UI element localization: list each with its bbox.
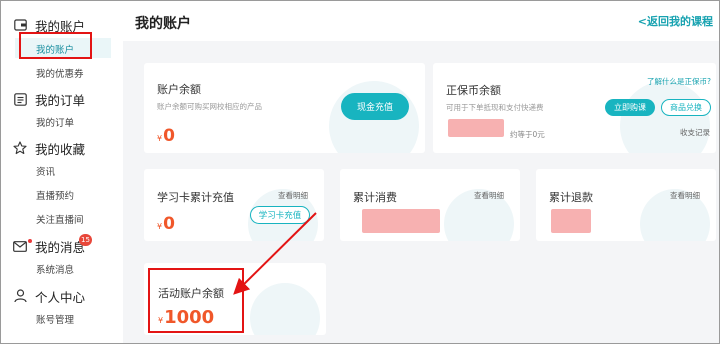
watermark-decoration <box>620 81 710 153</box>
card-title: 学习卡累计充值 <box>157 191 234 204</box>
sidebar-group-favorites[interactable]: 我的收藏 <box>13 138 85 158</box>
card-title: 累计退款 <box>549 191 593 204</box>
total-spend-card: 累计消费 查看明细 <box>340 169 520 241</box>
sidebar-item-system-messages[interactable]: 系统消息 <box>36 262 74 276</box>
transaction-record-link[interactable]: 收支记录 <box>680 127 710 138</box>
header-bar: 我的账户 <返回我的课程 <box>123 1 719 41</box>
card-title: 正保币余额 <box>446 84 501 97</box>
coin-help-link[interactable]: 了解什么是正保币? <box>647 76 711 87</box>
cash-recharge-button[interactable]: 现金充值 <box>341 93 409 120</box>
wallet-icon <box>13 18 27 32</box>
amount-value: 0 <box>163 214 175 234</box>
coin-equivalent-text: 约等于0元 <box>510 130 545 139</box>
sidebar-group-label: 个人中心 <box>35 289 86 305</box>
sidebar-group-messages[interactable]: 我的消息 <box>13 236 85 256</box>
sidebar-group-profile[interactable]: 个人中心 <box>13 286 85 306</box>
list-icon <box>13 92 27 106</box>
total-refund-card: 累计退款 查看明细 <box>536 169 716 241</box>
account-balance-amount: ¥0 <box>157 126 175 146</box>
annotation-highlight-sidebar <box>19 32 92 59</box>
redeem-goods-button[interactable]: 商品兑换 <box>661 99 711 116</box>
card-description: 账户余额可购买网校相应的产品 <box>157 102 262 111</box>
redacted-coin-amount <box>448 119 504 137</box>
message-count-badge: 15 <box>79 234 92 246</box>
page-title: 我的账户 <box>135 16 191 32</box>
back-to-courses-link[interactable]: <返回我的课程 <box>638 13 713 29</box>
sidebar-item-live-booking[interactable]: 直播预约 <box>36 188 74 202</box>
study-card-recharge-card: 学习卡累计充值 查看明细 ¥0 学习卡充值 <box>144 169 324 241</box>
sidebar-item-account-settings[interactable]: 账号管理 <box>36 312 74 326</box>
annotation-highlight-activity <box>148 268 244 333</box>
star-icon <box>13 141 27 155</box>
redacted-spend-amount <box>362 209 440 233</box>
account-balance-card: 账户余额 账户余额可购买网校相应的产品 ¥0 现金充值 <box>144 63 425 153</box>
card-title: 累计消费 <box>353 191 397 204</box>
detail-link[interactable]: 查看明细 <box>474 190 504 201</box>
sidebar-item-coupons[interactable]: 我的优惠券 <box>36 66 84 80</box>
card-description: 可用于下单抵现和支付快递费 <box>446 103 544 112</box>
detail-link[interactable]: 查看明细 <box>278 190 308 201</box>
coin-balance-card: 正保币余额 可用于下单抵现和支付快递费 了解什么是正保币? 立即购课 商品兑换 … <box>433 63 716 153</box>
sidebar-group-label: 我的订单 <box>35 92 86 108</box>
sidebar-group-label: 我的消息 <box>35 239 86 255</box>
sidebar-group-label: 我的收藏 <box>35 141 86 157</box>
study-card-amount: ¥0 <box>157 214 175 234</box>
detail-link[interactable]: 查看明细 <box>670 190 700 201</box>
user-icon <box>13 289 27 303</box>
study-card-recharge-button[interactable]: 学习卡充值 <box>250 206 310 224</box>
buy-course-button[interactable]: 立即购课 <box>605 99 655 116</box>
sidebar-item-orders[interactable]: 我的订单 <box>36 115 74 129</box>
card-title: 账户余额 <box>157 83 201 96</box>
sidebar-group-orders[interactable]: 我的订单 <box>13 89 85 109</box>
unread-dot <box>28 239 32 243</box>
watermark-decoration <box>250 283 320 335</box>
currency-symbol: ¥ <box>157 134 163 143</box>
sidebar-item-followed-live[interactable]: 关注直播间 <box>36 212 84 226</box>
sidebar-item-news[interactable]: 资讯 <box>36 164 55 178</box>
currency-symbol: ¥ <box>157 222 163 231</box>
redacted-refund-amount <box>551 209 591 233</box>
mail-icon <box>13 239 27 253</box>
amount-value: 0 <box>163 126 175 146</box>
